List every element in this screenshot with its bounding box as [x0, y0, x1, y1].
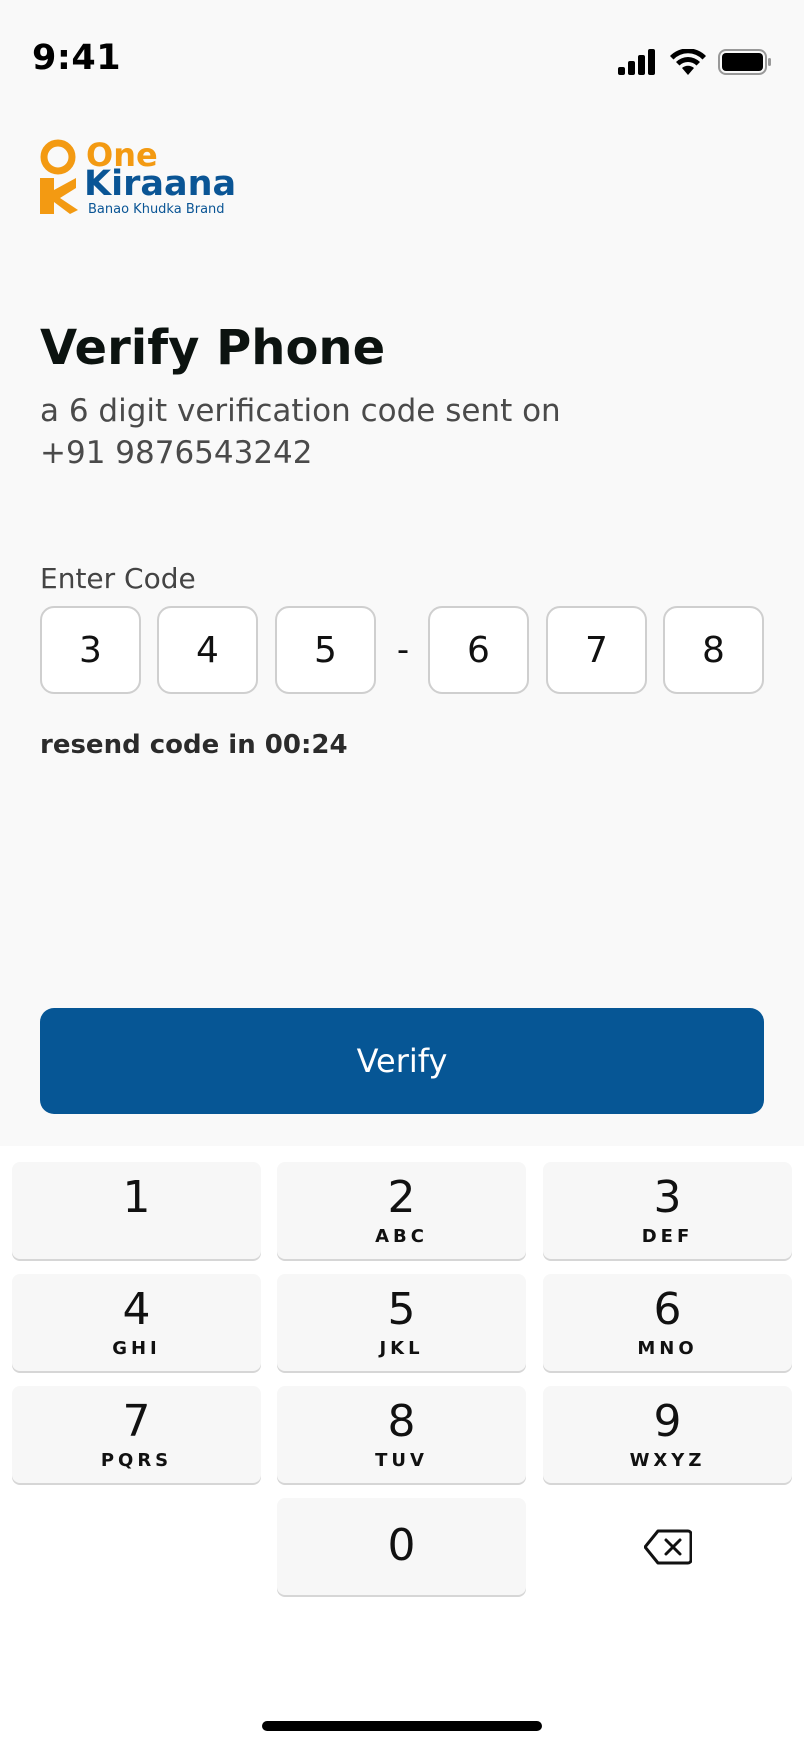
- battery-icon: [718, 49, 771, 75]
- one-kiraana-logo: One Kiraana Banao Khudka Brand: [38, 136, 238, 220]
- key-9[interactable]: 9 WXYZ: [543, 1386, 792, 1483]
- otp-digit-6[interactable]: 8: [663, 606, 764, 694]
- logo-word-kiraana: Kiraana: [84, 164, 237, 204]
- otp-digit-4[interactable]: 6: [428, 606, 529, 694]
- code-label: Enter Code: [40, 562, 196, 595]
- status-bar: 9:41: [0, 0, 804, 120]
- signal-icon: [618, 49, 655, 75]
- key-digit: 2: [387, 1172, 416, 1223]
- key-digit: 9: [653, 1396, 682, 1447]
- key-digit: 5: [387, 1284, 416, 1335]
- key-digit: 6: [653, 1284, 682, 1335]
- key-letters: DEF: [641, 1226, 694, 1247]
- otp-separator: -: [396, 630, 410, 670]
- key-digit: 3: [653, 1172, 682, 1223]
- phone-number: +91 9876543242: [40, 435, 313, 471]
- key-6[interactable]: 6 MNO: [543, 1274, 792, 1371]
- backspace-key[interactable]: [543, 1498, 792, 1595]
- key-0[interactable]: 0: [277, 1498, 526, 1595]
- otp-digit-2[interactable]: 4: [157, 606, 258, 694]
- key-3[interactable]: 3 DEF: [543, 1162, 792, 1259]
- key-digit: 4: [122, 1284, 151, 1335]
- key-letters: JKL: [379, 1338, 424, 1359]
- logo-person-icon: [40, 139, 78, 214]
- key-7[interactable]: 7 PQRS: [12, 1386, 261, 1483]
- numeric-keypad: 1 2 ABC 3 DEF 4 GHI 5 JKL 6 MNO 7 PQRS 8…: [0, 1146, 804, 1748]
- key-2[interactable]: 2 ABC: [277, 1162, 526, 1259]
- page-subtitle: a 6 digit verification code sent on +91 …: [40, 390, 740, 474]
- backspace-icon: [643, 1529, 692, 1564]
- otp-code-input: 3 4 5 - 6 7 8: [40, 606, 764, 694]
- key-letters: ABC: [375, 1226, 428, 1247]
- status-time: 9:41: [32, 38, 122, 78]
- key-letters: MNO: [637, 1338, 698, 1359]
- key-digit: 1: [122, 1172, 151, 1223]
- key-digit: 7: [122, 1396, 151, 1447]
- logo-tagline: Banao Khudka Brand: [88, 202, 225, 217]
- home-indicator[interactable]: [262, 1721, 542, 1731]
- key-letters: PQRS: [100, 1450, 173, 1471]
- resend-code-timer: resend code in 00:24: [40, 730, 348, 760]
- subtitle-line-1: a 6 digit verification code sent on: [40, 393, 561, 429]
- key-letters: WXYZ: [629, 1450, 706, 1471]
- otp-digit-5[interactable]: 7: [546, 606, 647, 694]
- verify-button[interactable]: Verify: [40, 1008, 764, 1114]
- key-1[interactable]: 1: [12, 1162, 261, 1259]
- otp-digit-1[interactable]: 3: [40, 606, 141, 694]
- key-digit: 0: [387, 1520, 416, 1571]
- key-letters: GHI: [112, 1338, 161, 1359]
- status-icons: [618, 46, 772, 78]
- key-8[interactable]: 8 TUV: [277, 1386, 526, 1483]
- key-5[interactable]: 5 JKL: [277, 1274, 526, 1371]
- otp-digit-3[interactable]: 5: [275, 606, 376, 694]
- key-4[interactable]: 4 GHI: [12, 1274, 261, 1371]
- page-title: Verify Phone: [40, 320, 386, 376]
- key-digit: 8: [387, 1396, 416, 1447]
- wifi-icon: [670, 49, 706, 75]
- key-letters: TUV: [375, 1450, 428, 1471]
